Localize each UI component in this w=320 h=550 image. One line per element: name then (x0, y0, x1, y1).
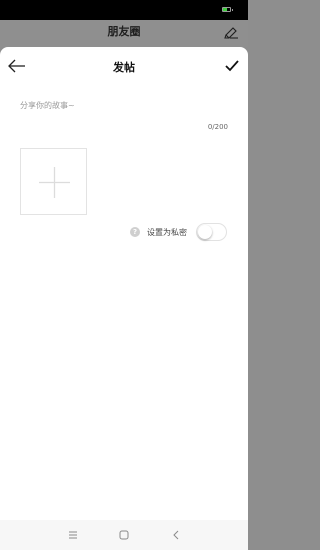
screen: 朋友圈 发帖 0/200 ? 设置为私密 (0, 0, 248, 550)
help-icon[interactable]: ? (130, 227, 140, 237)
compose-sheet: 发帖 0/200 ? 设置为私密 (0, 47, 248, 520)
navigation-bar (0, 520, 248, 550)
battery-level (223, 8, 228, 11)
sheet-title: 发帖 (113, 61, 135, 74)
menu-icon[interactable] (66, 528, 80, 542)
private-label: 设置为私密 (147, 228, 187, 237)
add-photo-button[interactable] (20, 148, 87, 215)
battery-icon (222, 7, 233, 12)
edit-icon[interactable] (223, 23, 239, 39)
background-header: 朋友圈 (0, 20, 248, 47)
private-setting-row: ? 设置为私密 (130, 223, 230, 241)
toggle-knob (198, 225, 212, 239)
checkmark-icon[interactable] (225, 59, 239, 73)
private-toggle[interactable] (196, 223, 227, 241)
home-icon[interactable] (117, 528, 131, 542)
back-icon[interactable] (169, 528, 183, 542)
status-bar (0, 0, 248, 20)
background-page-title: 朋友圈 (107, 25, 141, 38)
story-input[interactable] (20, 95, 228, 115)
character-count: 0/200 (207, 123, 228, 131)
plus-icon (39, 167, 70, 198)
